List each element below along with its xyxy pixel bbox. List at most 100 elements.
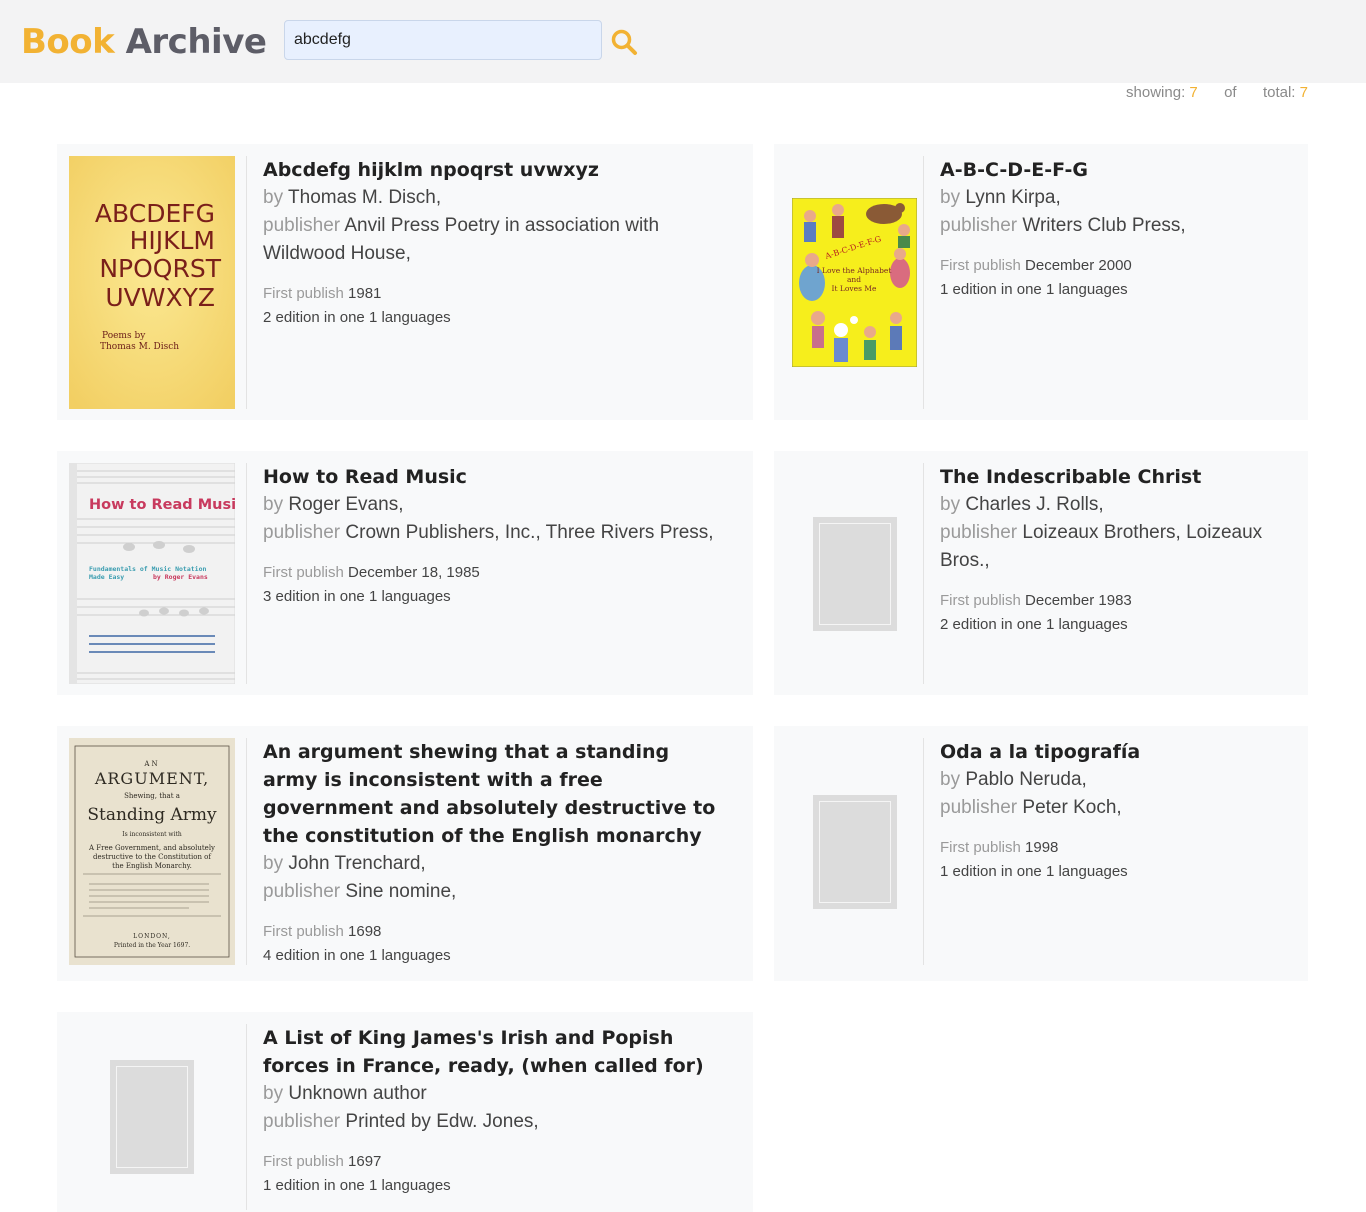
book-cover[interactable]: A-B-C-D-E-F-G I Love the Alphabet and It…	[786, 156, 923, 409]
edition-count: 1	[940, 281, 949, 298]
book-card[interactable]: The Indescribable Christ by Charles J. R…	[774, 451, 1308, 695]
first-publish-value: 1998	[1025, 839, 1059, 856]
book-title[interactable]: A-B-C-D-E-F-G	[940, 156, 1284, 184]
card-divider	[246, 1024, 247, 1210]
first-publish-value: December 18, 1985	[348, 564, 480, 581]
language-count: 1	[368, 947, 378, 964]
first-publish-label: First publish	[940, 257, 1021, 274]
book-info: An argument shewing that a standing army…	[263, 738, 729, 968]
book-info: Oda a la tipografía by Pablo Neruda, pub…	[940, 738, 1284, 884]
cover-text: destructive to the Constitution of	[93, 853, 212, 861]
book-title[interactable]: Abcdefg hijklm npoqrst uvwxyz	[263, 156, 729, 184]
first-publish-value: December 1983	[1025, 592, 1132, 609]
book-author[interactable]: Charles J. Rolls,	[965, 494, 1103, 515]
languages-label: languages	[1058, 281, 1128, 298]
cover-text: ABCDEFG	[95, 199, 215, 228]
cover-text: UVWXYZ	[105, 283, 215, 312]
book-cover[interactable]: AN ARGUMENT, Shewing, that a Standing Ar…	[69, 738, 235, 965]
edition-label: edition in one	[275, 588, 365, 605]
first-publish-line: First publish December 1983	[940, 589, 1284, 613]
languages-label: languages	[381, 1177, 451, 1194]
cover-text: by Roger Evans	[153, 573, 208, 581]
book-publisher-line: publisher Crown Publishers, Inc., Three …	[263, 519, 729, 547]
cover-placeholder-icon	[812, 794, 897, 909]
book-card[interactable]: How to Read Music Fundamentals of Music …	[57, 451, 753, 695]
book-author[interactable]: Unknown author	[288, 1083, 426, 1104]
book-author[interactable]: Thomas M. Disch,	[288, 187, 441, 208]
book-author[interactable]: John Trenchard,	[288, 853, 425, 874]
publisher-label: publisher	[940, 215, 1018, 236]
search-input[interactable]	[284, 20, 602, 60]
edition-label: edition in one	[275, 309, 365, 326]
cover-text: Fundamentals of Music Notation	[89, 565, 206, 573]
book-cover[interactable]: ABCDEFG HIJKLM NPOQRST UVWXYZ Poems by T…	[69, 156, 235, 409]
editions-line: 2 edition in one 1 languages	[263, 306, 729, 330]
first-publish-line: First publish 1981	[263, 282, 729, 306]
book-card[interactable]: Oda a la tipografía by Pablo Neruda, pub…	[774, 726, 1308, 981]
cover-text: Printed in the Year 1697.	[114, 942, 190, 949]
first-publish-value: December 2000	[1025, 257, 1132, 274]
edition-count: 4	[263, 947, 272, 964]
cover-text: Is inconsistent with	[122, 831, 182, 838]
by-label: by	[940, 187, 961, 208]
book-cover[interactable]	[786, 463, 923, 684]
book-publisher: Writers Club Press,	[1022, 215, 1186, 236]
total-label: total:	[1262, 84, 1296, 101]
cover-placeholder-icon	[110, 1060, 194, 1174]
book-title[interactable]: An argument shewing that a standing army…	[263, 738, 729, 850]
book-card[interactable]: ABCDEFG HIJKLM NPOQRST UVWXYZ Poems by T…	[57, 144, 753, 420]
languages-label: languages	[381, 588, 451, 605]
first-publish-label: First publish	[263, 285, 344, 302]
cover-text: I Love the Alphabet	[817, 266, 892, 275]
edition-label: edition in one	[275, 1177, 365, 1194]
book-info: How to Read Music by Roger Evans, publis…	[263, 463, 729, 609]
book-card[interactable]: A List of King James's Irish and Popish …	[57, 1012, 753, 1212]
card-divider	[923, 463, 924, 684]
language-count: 1	[368, 1177, 378, 1194]
book-author-line: by John Trenchard,	[263, 850, 729, 878]
book-title[interactable]: Oda a la tipografía	[940, 738, 1284, 766]
book-title[interactable]: A List of King James's Irish and Popish …	[263, 1024, 729, 1080]
publisher-label: publisher	[940, 797, 1018, 818]
book-author[interactable]: Roger Evans,	[288, 494, 403, 515]
total-value: 7	[1299, 84, 1308, 101]
book-card[interactable]: A-B-C-D-E-F-G I Love the Alphabet and It…	[774, 144, 1308, 420]
book-cover[interactable]	[786, 738, 923, 965]
book-cover[interactable]: How to Read Music Fundamentals of Music …	[69, 463, 235, 684]
book-publisher: Sine nomine,	[345, 881, 457, 902]
search-button[interactable]	[609, 27, 639, 57]
book-info: The Indescribable Christ by Charles J. R…	[940, 463, 1284, 637]
first-publish-value: 1698	[348, 923, 382, 940]
cover-text: HIJKLM	[130, 226, 215, 255]
languages-label: languages	[381, 947, 451, 964]
cover-text: ARGUMENT,	[94, 769, 209, 788]
editions-line: 2 edition in one 1 languages	[940, 613, 1284, 637]
edition-count: 2	[263, 309, 272, 326]
book-title[interactable]: The Indescribable Christ	[940, 463, 1284, 491]
book-cover[interactable]	[69, 1024, 235, 1210]
book-author[interactable]: Lynn Kirpa,	[965, 187, 1060, 208]
book-title[interactable]: How to Read Music	[263, 463, 729, 491]
book-card[interactable]: AN ARGUMENT, Shewing, that a Standing Ar…	[57, 726, 753, 981]
edition-count: 3	[263, 588, 272, 605]
logo-word-book: Book	[21, 22, 115, 62]
first-publish-value: 1697	[348, 1153, 382, 1170]
by-label: by	[263, 187, 284, 208]
edition-label: edition in one	[275, 947, 365, 964]
cover-music-image: How to Read Music Fundamentals of Music …	[69, 463, 235, 684]
first-publish-line: First publish 1697	[263, 1150, 729, 1174]
edition-label: edition in one	[952, 281, 1042, 298]
language-count: 1	[1045, 281, 1055, 298]
app-logo[interactable]: Book Archive	[21, 22, 267, 62]
cover-argument-image: AN ARGUMENT, Shewing, that a Standing Ar…	[69, 738, 235, 965]
editions-line: 1 edition in one 1 languages	[263, 1174, 729, 1198]
cover-text: Made Easy	[89, 573, 124, 581]
first-publish-line: First publish 1698	[263, 920, 729, 944]
cover-text: Standing Army	[87, 805, 217, 825]
editions-line: 3 edition in one 1 languages	[263, 585, 729, 609]
book-author[interactable]: Pablo Neruda,	[965, 769, 1086, 790]
publisher-label: publisher	[263, 881, 341, 902]
by-label: by	[263, 494, 284, 515]
cover-placeholder-icon	[812, 516, 897, 631]
book-author-line: by Lynn Kirpa,	[940, 184, 1284, 212]
